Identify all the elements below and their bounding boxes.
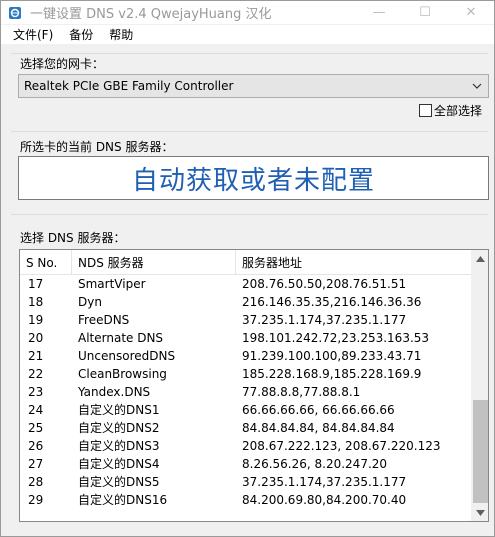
table-row[interactable]: 28 自定义的DNS5 37.235.1.174,37.235.1.177	[20, 473, 473, 491]
table-row[interactable]: 23 Yandex.DNS 77.88.8.8,77.88.8.1	[20, 383, 473, 401]
row-server-name: FreeDNS	[78, 313, 130, 327]
adapter-label: 选择您的网卡：	[20, 57, 105, 71]
row-sno: 19	[28, 313, 44, 327]
row-server-name: 自定义的DNS16	[78, 493, 168, 507]
row-sno: 21	[28, 349, 44, 363]
list-header: S No. NDS 服务器 服务器地址	[20, 250, 473, 275]
dns-server-list[interactable]: S No. NDS 服务器 服务器地址 17 SmartViper 208.76.5…	[19, 249, 489, 522]
row-sno: 24	[28, 403, 44, 417]
row-server-address: 37.235.1.174,37.235.1.177	[242, 475, 407, 489]
row-server-address: 84.200.69.80,84.200.70.40	[242, 493, 407, 507]
row-sno: 25	[28, 421, 44, 435]
table-row[interactable]: 27 自定义的DNS4 8.26.56.26, 8.20.247.20	[20, 455, 473, 473]
row-server-address: 37.235.1.174,37.235.1.177	[242, 313, 407, 327]
row-sno: 20	[28, 331, 44, 345]
row-server-address: 77.88.8.8,77.88.8.1	[242, 385, 361, 399]
row-server-name: Alternate DNS	[78, 331, 164, 345]
table-row[interactable]: 17 SmartViper 208.76.50.50,208.76.51.51	[20, 275, 473, 293]
chevron-down-icon	[470, 78, 484, 94]
maximize-button[interactable]: ☐	[402, 1, 448, 24]
column-header-sno[interactable]: S No.	[20, 250, 72, 275]
row-server-address: 66.66.66.66, 66.66.66.66	[242, 403, 395, 417]
row-sno: 26	[28, 439, 44, 453]
menu-help[interactable]: 帮助	[101, 26, 141, 43]
row-server-name: 自定义的DNS5	[78, 475, 160, 489]
menu-file[interactable]: 文件(F)	[5, 26, 61, 43]
column-header-server[interactable]: NDS 服务器	[72, 250, 236, 275]
vertical-scrollbar[interactable]	[471, 250, 488, 521]
row-sno: 23	[28, 385, 44, 399]
table-row[interactable]: 26 自定义的DNS3 208.67.222.123, 208.67.220.123	[20, 437, 473, 455]
scroll-up-icon[interactable]	[472, 250, 488, 267]
row-sno: 29	[28, 493, 44, 507]
close-button[interactable]: ✕	[448, 1, 494, 24]
row-server-name: UncensoredDNS	[78, 349, 176, 363]
scroll-down-icon[interactable]	[472, 504, 488, 521]
row-server-name: Dyn	[78, 295, 102, 309]
table-row[interactable]: 18 Dyn 216.146.35.35,216.146.36.36	[20, 293, 473, 311]
group-divider	[11, 53, 488, 54]
row-server-address: 91.239.100.100,89.233.43.71	[242, 349, 422, 363]
current-dns-label: 所选卡的当前 DNS 服务器：	[20, 140, 174, 154]
adapter-select-value: Realtek PCIe GBE Family Controller	[24, 79, 234, 93]
table-row[interactable]: 24 自定义的DNS1 66.66.66.66, 66.66.66.66	[20, 401, 473, 419]
row-server-name: 自定义的DNS3	[78, 439, 160, 453]
row-server-name: 自定义的DNS1	[78, 403, 160, 417]
row-server-name: 自定义的DNS2	[78, 421, 160, 435]
row-server-address: 208.67.222.123, 208.67.220.123	[242, 439, 441, 453]
row-server-address: 208.76.50.50,208.76.51.51	[242, 277, 407, 291]
menu-backup[interactable]: 备份	[61, 26, 101, 43]
group-divider	[11, 131, 488, 132]
title-bar[interactable]: 一键设置 DNS v2.4 QwejayHuang 汉化 — ☐ ✕	[1, 1, 494, 24]
app-icon	[8, 6, 22, 20]
table-row[interactable]: 19 FreeDNS 37.235.1.174,37.235.1.177	[20, 311, 473, 329]
table-row[interactable]: 22 CleanBrowsing 185.228.168.9,185.228.169…	[20, 365, 473, 383]
row-server-address: 185.228.168.9,185.228.169.9	[242, 367, 422, 381]
row-server-name: Yandex.DNS	[78, 385, 151, 399]
row-sno: 27	[28, 457, 44, 471]
row-server-address: 8.26.56.26, 8.20.247.20	[242, 457, 388, 471]
app-window: 一键设置 DNS v2.4 QwejayHuang 汉化 — ☐ ✕ 文件(F)…	[0, 0, 495, 537]
menu-bar: 文件(F) 备份 帮助	[1, 25, 494, 45]
table-row[interactable]: 20 Alternate DNS 198.101.242.72,23.253.163…	[20, 329, 473, 347]
select-all-label: 全部选择	[433, 104, 482, 118]
table-row[interactable]: 25 自定义的DNS2 84.84.84.84, 84.84.84.84	[20, 419, 473, 437]
row-server-name: SmartViper	[78, 277, 146, 291]
checkbox-box[interactable]	[418, 104, 432, 117]
row-server-address: 198.101.242.72,23.253.163.53	[242, 331, 430, 345]
minimize-button[interactable]: —	[356, 1, 402, 24]
scrollbar-thumb[interactable]	[473, 400, 488, 503]
row-sno: 28	[28, 475, 44, 489]
dns-list-label: 选择 DNS 服务器：	[20, 231, 126, 245]
row-sno: 22	[28, 367, 44, 381]
adapter-select[interactable]: Realtek PCIe GBE Family Controller	[18, 74, 489, 98]
select-all-checkbox[interactable]: 全部选择	[418, 102, 482, 119]
table-row[interactable]: 21 UncensoredDNS 91.239.100.100,89.233.43.…	[20, 347, 473, 365]
row-sno: 18	[28, 295, 44, 309]
window-title: 一键设置 DNS v2.4 QwejayHuang 汉化	[30, 7, 272, 22]
row-server-address: 84.84.84.84, 84.84.84.84	[242, 421, 395, 435]
row-server-address: 216.146.35.35,216.146.36.36	[242, 295, 422, 309]
current-dns-display: 自动获取或者未配置	[18, 156, 489, 200]
group-divider	[11, 214, 488, 215]
row-sno: 17	[28, 277, 44, 291]
list-body: 17 SmartViper 208.76.50.50,208.76.51.51 18 D…	[20, 275, 473, 509]
table-row[interactable]: 29 自定义的DNS16 84.200.69.80,84.200.70.40	[20, 491, 473, 509]
row-server-name: 自定义的DNS4	[78, 457, 160, 471]
row-server-name: CleanBrowsing	[78, 367, 167, 381]
column-header-address[interactable]: 服务器地址	[236, 250, 473, 275]
